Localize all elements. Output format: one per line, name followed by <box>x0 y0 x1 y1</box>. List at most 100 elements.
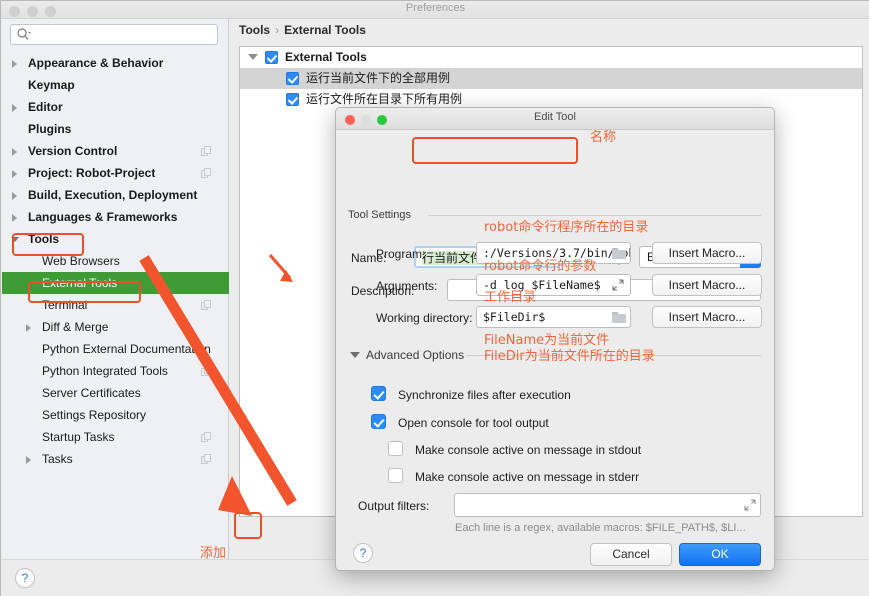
tool-group-checkbox[interactable] <box>265 51 278 64</box>
sidebar-item-settings-repository[interactable]: Settings Repository <box>2 404 229 426</box>
disclosure-triangle-icon[interactable] <box>11 96 23 118</box>
console-active-stdout-label: Make console active on message in stdout <box>415 443 642 457</box>
breadcrumb-separator-icon: › <box>275 23 280 37</box>
arguments-label: Arguments: <box>376 279 438 293</box>
name-field-highlight-box <box>412 137 578 164</box>
breadcrumb-leaf: External Tools <box>284 23 366 37</box>
sidebar-item-keymap[interactable]: Keymap <box>2 74 229 96</box>
window-title: Preferences <box>405 2 466 14</box>
working-directory-insert-macro-button[interactable]: Insert Macro... <box>652 306 762 328</box>
dialog-ok-button[interactable]: OK <box>679 543 761 566</box>
open-console-checkbox[interactable] <box>371 414 386 429</box>
table-row[interactable]: 运行当前文件下的全部用例 <box>240 68 862 89</box>
add-anno: 添加 <box>200 546 227 561</box>
tool-item-label: 运行当前文件下的全部用例 <box>306 71 451 85</box>
working-directory-field-value: $FileDir$ <box>483 310 546 324</box>
arguments-anno: robot命令行的参数 <box>484 259 597 274</box>
arguments-insert-macro-button[interactable]: Insert Macro... <box>652 274 762 296</box>
sidebar-item-label: Plugins <box>28 122 72 136</box>
sidebar-item-label: Version Control <box>28 144 118 158</box>
program-insert-macro-button[interactable]: Insert Macro... <box>652 242 762 264</box>
tool-settings-group-title: Tool Settings <box>348 209 411 221</box>
sidebar-item-label: Tasks <box>42 452 73 466</box>
copy-icon <box>201 300 212 311</box>
sidebar-item-python-external-documentation[interactable]: Python External Documentation <box>2 338 229 360</box>
sidebar-item-languages-frameworks[interactable]: Languages & Frameworks <box>2 206 229 228</box>
sidebar-item-label: Keymap <box>28 78 75 92</box>
console-active-stdout-checkbox[interactable] <box>388 441 403 456</box>
sidebar-item-startup-tasks[interactable]: Startup Tasks <box>2 426 229 448</box>
sidebar-item-build-execution-deployment[interactable]: Build, Execution, Deployment <box>2 184 229 206</box>
sidebar-item-label: Appearance & Behavior <box>28 56 164 70</box>
external-tools-highlight-box <box>28 281 141 303</box>
screenshot-root: Preferences Appearance & Behavior Keymap <box>0 0 869 596</box>
disclosure-triangle-icon[interactable] <box>25 316 37 338</box>
sidebar-item-label: Server Certificates <box>42 386 141 400</box>
expand-icon[interactable] <box>612 279 624 291</box>
sidebar-item-label: Settings Repository <box>42 408 147 422</box>
tool-group-row[interactable]: External Tools <box>240 47 862 68</box>
dialog-cancel-button[interactable]: Cancel <box>590 543 672 566</box>
sidebar-item-diff-merge[interactable]: Diff & Merge <box>2 316 229 338</box>
copy-icon <box>201 432 212 443</box>
synchronize-files-checkbox[interactable] <box>371 386 386 401</box>
sidebar-item-server-certificates[interactable]: Server Certificates <box>2 382 229 404</box>
preferences-titlebar: Preferences <box>1 1 869 19</box>
console-active-stderr-checkbox[interactable] <box>388 468 403 483</box>
tools-highlight-box <box>12 233 84 256</box>
disclosure-triangle-icon[interactable] <box>25 448 37 470</box>
disclosure-triangle-icon[interactable] <box>11 162 23 184</box>
sidebar-item-label: Python External Documentation <box>42 342 211 356</box>
dialog-title: Edit Tool <box>534 111 576 123</box>
working-directory-field[interactable]: $FileDir$ <box>476 306 631 328</box>
disclosure-triangle-icon[interactable] <box>11 52 23 74</box>
output-filters-label: Output filters: <box>358 499 430 513</box>
disclosure-triangle-icon[interactable] <box>11 206 23 228</box>
advanced-options-label[interactable]: Advanced Options <box>366 348 464 362</box>
search-input[interactable] <box>10 24 218 45</box>
workdir-anno: 工作目录 <box>484 290 537 305</box>
dialog-titlebar: Edit Tool <box>336 108 774 130</box>
program-anno: robot命令行程序所在的目录 <box>484 220 649 235</box>
sidebar-item-plugins[interactable]: Plugins <box>2 118 229 140</box>
add-button-highlight-box <box>234 512 262 539</box>
copy-icon <box>201 168 212 179</box>
tool-item-checkbox[interactable] <box>286 72 299 85</box>
sidebar-item-label: Build, Execution, Deployment <box>28 188 198 202</box>
program-label: Program: <box>376 247 426 261</box>
disclosure-triangle-icon[interactable] <box>248 54 258 60</box>
working-directory-label: Working directory: <box>376 311 473 325</box>
copy-icon <box>201 454 212 465</box>
sidebar-item-editor[interactable]: Editor <box>2 96 229 118</box>
filedir-anno: FileDir为当前文件所在的目录 <box>484 349 655 364</box>
name-anno: 名称 <box>590 130 617 145</box>
breadcrumb: Tools › External Tools <box>239 23 366 37</box>
sidebar-item-label: Project: Robot-Project <box>28 166 156 180</box>
sidebar-item-tasks[interactable]: Tasks <box>2 448 229 470</box>
sidebar-item-version-control[interactable]: Version Control <box>2 140 229 162</box>
sidebar-item-label: Languages & Frameworks <box>28 210 178 224</box>
folder-icon[interactable] <box>612 312 626 323</box>
output-filters-field[interactable] <box>454 493 761 517</box>
macro-hint-text: Each line is a regex, available macros: … <box>455 522 746 534</box>
copy-icon <box>201 146 212 157</box>
disclosure-triangle-icon[interactable] <box>11 140 23 162</box>
breadcrumb-root[interactable]: Tools <box>239 23 270 37</box>
folder-icon[interactable] <box>612 248 626 259</box>
open-console-label: Open console for tool output <box>398 416 549 430</box>
tool-item-checkbox[interactable] <box>286 93 299 106</box>
disclosure-triangle-icon[interactable] <box>350 352 360 358</box>
settings-category-tree: Appearance & Behavior Keymap Editor Plug… <box>2 52 229 470</box>
dialog-help-button[interactable]: ? <box>353 543 373 563</box>
sidebar-item-project-robot-project[interactable]: Project: Robot-Project <box>2 162 229 184</box>
help-button[interactable]: ? <box>15 568 35 588</box>
expand-icon[interactable] <box>744 499 756 511</box>
disclosure-triangle-icon[interactable] <box>11 184 23 206</box>
synchronize-files-label: Synchronize files after execution <box>398 388 571 402</box>
sidebar-item-appearance-behavior[interactable]: Appearance & Behavior <box>2 52 229 74</box>
search-box[interactable] <box>10 24 218 45</box>
console-active-stderr-label: Make console active on message in stderr <box>415 470 640 484</box>
sidebar-item-python-integrated-tools[interactable]: Python Integrated Tools <box>2 360 229 382</box>
sidebar-item-label: Python Integrated Tools <box>42 364 168 378</box>
sidebar-item-label: Diff & Merge <box>42 320 109 334</box>
